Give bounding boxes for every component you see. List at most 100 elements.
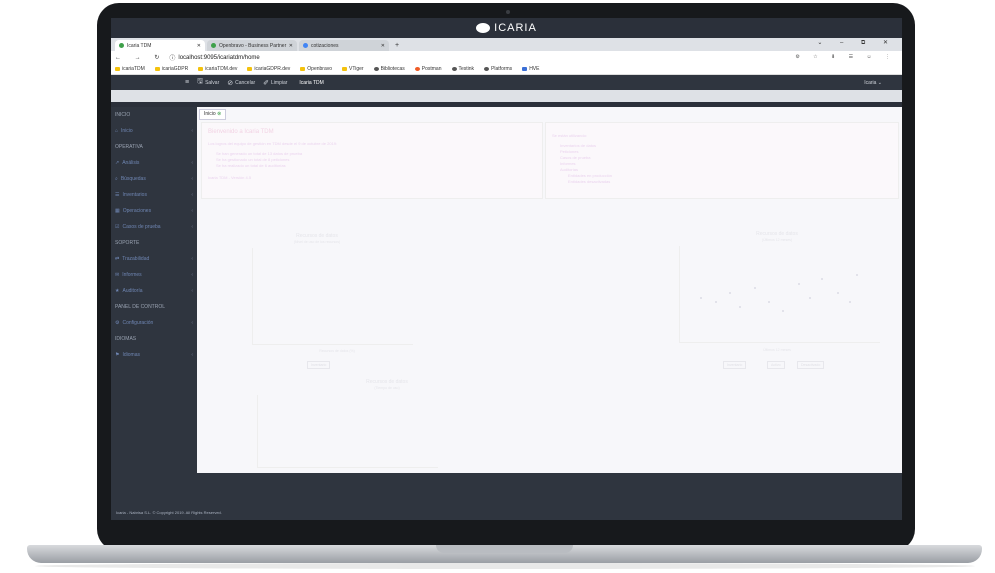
chevron-icon: ‹ [191,192,193,198]
main-content: Inicio ⊗ Bienvenido a Icaria TDM Los log… [197,107,902,473]
icaria-logo-icon [476,23,491,33]
chart-2-title: Recursos de datos [756,231,798,237]
bookmarks-bar: icariaTDM icariaGDPR icariaTDM.dev icari… [111,64,902,75]
chart-2-legend-desactivado[interactable]: Desactivado [797,361,825,369]
usage-item: Casos de prueba [560,155,591,160]
cancel-icon: ⊘ [227,79,234,87]
chart-2-subtitle: (Últimos 12 meses) [761,238,793,242]
sidebar-item-label: Casos de prueba [122,224,161,230]
cancel-label: Cancelar [235,79,256,86]
bookmark[interactable]: Platforms [484,66,512,72]
usage-item: Entidades desactivadas [568,179,611,184]
info-icon[interactable]: ⓘ [169,53,175,62]
sidebar-section: INICIO [115,112,131,118]
sidebar-item-label: Inventarios [122,192,147,198]
bookmark-label: icariaGDPR.dev [254,66,291,72]
chart-1-legend[interactable]: Inventario [307,361,331,369]
user-menu[interactable]: Icaria ⌄ [864,80,882,86]
folder-icon [247,67,253,71]
sidebar-item-icon: ⌂ [115,128,119,134]
globe-icon [451,67,457,71]
bookmark[interactable]: Testink [451,66,474,72]
sidebar-item-label: Auditoría [122,288,143,294]
chevron-icon: ‹ [191,288,193,294]
sidebar-item-icon: ▦ [115,208,120,214]
close-tab-icon[interactable]: ✕ [381,43,385,49]
bookmark[interactable]: Openbravo [300,66,332,72]
favicon-icon [119,43,124,48]
sidebar-item[interactable]: ⚙ Configuración ‹ [111,315,197,331]
sidebar-item[interactable]: ⌕ Búsquedas ‹ [111,171,197,187]
bookmark-label: VTiger [349,66,364,72]
close-tab-icon[interactable]: ✕ [289,43,293,49]
sidebar-item[interactable]: ⚑ Idiomas ‹ [111,347,197,363]
menu-toggle-icon[interactable]: ≡ [185,79,189,86]
new-tab-button[interactable]: + [395,40,399,51]
tab-label: cotizaciones [311,42,339,49]
sidebar-item-icon: ⌕ [115,176,118,182]
chart-3-title: Recursos de datos [366,379,408,385]
bookmark[interactable]: Bibliotecas [373,66,405,72]
browser-tab-openbravo[interactable]: Openbravo - Business Partner ✕ [207,40,297,51]
bookmark[interactable]: icariaGDPR.dev [247,66,290,72]
save-button[interactable]: 🖫 Salvar [197,77,219,88]
browser-tab-cotizaciones[interactable]: cotizaciones ✕ [299,40,389,51]
bullet-item: Se han generado un total de 13 datos de … [216,151,303,156]
chart-2-legend-activo[interactable]: Activo [767,361,785,369]
sidebar-item-label: Idiomas [122,352,140,358]
scatter-point [809,296,812,299]
browser-tab-icaria[interactable]: Icaria TDM ✕ [115,40,205,51]
bookmark[interactable]: VTiger [342,66,364,72]
save-icon: 🖫 [197,78,204,85]
sidebar-item[interactable]: ☑ Casos de prueba ‹ [111,219,197,235]
tab-label: Openbravo - Business Partner [219,42,287,49]
chevron-icon: ‹ [191,352,193,358]
url-input[interactable]: localhost:9095/icariatdm/home [178,55,259,61]
favicon-icon [303,43,308,48]
sidebar-section: PANEL DE CONTROL [115,304,166,310]
chart-1-plot [252,248,413,345]
nav-buttons[interactable]: ← → ↻ [115,54,165,61]
close-tab-icon[interactable]: ⊗ [217,111,221,117]
sidebar-item-label: Operaciones [122,208,152,214]
sidebar-item-label: Inicio [121,128,133,134]
sidebar-item[interactable]: ⌂ Inicio ‹ [111,123,197,139]
scatter-point [781,310,784,313]
scatter-point [836,292,839,294]
chart-1-subtitle: (Nivel de uso de los recursos) [293,240,341,244]
chart-3-plot [257,395,438,468]
scatter-point [729,292,731,294]
bookmark[interactable]: HVE [522,66,539,72]
bookmark[interactable]: Postman [414,66,442,72]
sidebar-item[interactable]: ⇄ Trazabilidad ‹ [111,251,197,267]
cancel-button[interactable]: ⊘ Cancelar [227,79,255,87]
eraser-icon: ✐ [263,79,270,87]
sidebar-section: OPERATIVA [115,144,143,150]
sidebar-item[interactable]: ★ Auditoría ‹ [111,283,197,299]
chart-1-xlabel: Recursos de datos (%) [319,349,355,353]
bookmark[interactable]: icariaGDPR [154,66,188,72]
window-controls[interactable]: ⌄ – ⧉ ✕ [817,39,896,47]
tab-inicio[interactable]: Inicio ⊗ [199,109,227,120]
sidebar-item[interactable]: ▦ Operaciones ‹ [111,203,197,219]
chevron-icon: ‹ [191,224,193,230]
chart-2-legend-inventario[interactable]: Inventario [723,361,747,369]
folder-icon [154,67,160,71]
app-topbar: ≡ 🖫 Salvar ⊘ Cancelar ✐ Limpiar Icaria TDM … [111,75,902,90]
sidebar-item[interactable]: ✉ Informes ‹ [111,267,197,283]
sidebar-item-icon: ✉ [115,272,120,278]
sidebar-item[interactable]: ☰ Inventarios ‹ [111,187,197,203]
sidebar-item[interactable]: ↗ Análisis ‹ [111,155,197,171]
chevron-icon: ‹ [191,128,193,134]
chart-1-title: Recursos de datos [296,233,338,239]
extensions-bar[interactable]: ⚙ ☆ ⬇ ☰ ☺ ⋮ [795,54,896,60]
close-tab-icon[interactable]: ✕ [197,43,201,49]
bookmark-label: Platforms [491,66,513,72]
scatter-point [856,273,859,276]
folder-icon [115,67,120,71]
sidebar-item-icon: ↗ [115,160,120,166]
version-note: Icaria TDM - Versión 4.5 [208,175,252,180]
bookmark[interactable]: icariaTDM.dev [198,66,237,72]
bookmark[interactable]: icariaTDM [115,66,145,72]
clean-button[interactable]: ✐ Limpiar [263,79,287,87]
